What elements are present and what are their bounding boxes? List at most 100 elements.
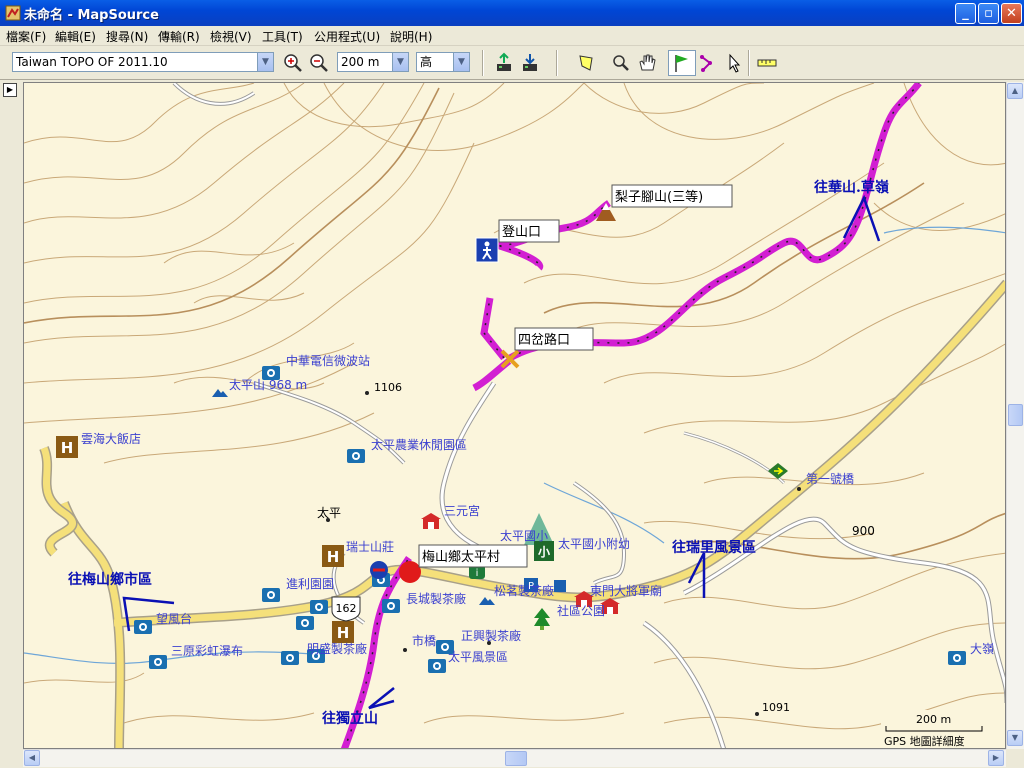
annotation-to-dulishan: 往獨立山 — [322, 710, 378, 727]
map-product-select[interactable]: Taiwan TOPO OF 2011.10 ▼ — [12, 52, 274, 72]
toolbar-separator — [482, 50, 484, 76]
camera-icon — [428, 659, 446, 673]
bus-stop-icon — [554, 580, 566, 592]
elevation-label: 1106 — [374, 381, 402, 394]
camera-icon — [310, 600, 328, 614]
horizontal-scrollbar[interactable]: ◀ ▶ — [23, 749, 1006, 767]
menu-find[interactable]: 搜尋(N) — [106, 28, 148, 45]
detail-level-value: 高 — [420, 55, 433, 69]
minimize-button[interactable]: _ — [955, 3, 976, 24]
scroll-up-arrow[interactable]: ▲ — [1007, 83, 1023, 99]
close-button[interactable]: ✕ — [1001, 3, 1022, 24]
poi-label: 雲海大飯店 — [81, 431, 141, 446]
zoom-scale-select[interactable]: 200 m ▼ — [337, 52, 409, 72]
waypoint-label-trailhead: 登山口 — [502, 225, 541, 240]
waypoint-label-junction: 四岔路口 — [518, 332, 570, 348]
toolbar-separator — [748, 50, 750, 76]
poi-label: 瑞士山莊 — [346, 540, 394, 554]
poi-label: 松茗製茶廠 — [494, 583, 554, 598]
poi-label: 明盛製茶廠 — [307, 641, 367, 656]
measure-ruler-icon[interactable] — [756, 52, 778, 74]
waypoint-label-peak: 梨子腳山(三等) — [615, 189, 703, 205]
waypoint-tool-active[interactable] — [668, 50, 696, 76]
scale-bar-label: 200 m — [916, 713, 951, 726]
annotation-to-huashan: 往華山.草嶺 — [814, 179, 890, 196]
poi-label: 中華電信微波站 — [286, 353, 370, 368]
scroll-left-arrow[interactable]: ◀ — [24, 750, 40, 766]
svg-text:小: 小 — [538, 544, 550, 559]
toolbar-separator — [556, 50, 558, 76]
poi-label: 東門大將軍廟 — [590, 583, 662, 598]
hotel-icon: H — [56, 436, 78, 458]
scale-bar: 200 m GPS 地圖詳細度 — [881, 710, 1005, 748]
menu-transfer[interactable]: 傳輸(R) — [158, 28, 200, 45]
poi-label: 太平國小附幼 — [558, 536, 630, 551]
zoom-scale-value: 200 m — [341, 55, 380, 69]
svg-text:H: H — [327, 548, 340, 566]
title-bar: 未命名 - MapSource _ ▫ ✕ — [0, 0, 1024, 26]
waypoint-dot-icon — [399, 561, 421, 583]
poi-label: 太平山 968 m — [229, 377, 307, 392]
maximize-button[interactable]: ▫ — [978, 3, 999, 24]
camera-icon — [134, 620, 152, 634]
poi-label: 第一號橋 — [806, 472, 854, 486]
hiker-trailhead-icon — [475, 237, 499, 263]
menu-tools[interactable]: 工具(T) — [262, 28, 303, 45]
zoom-in-icon[interactable] — [282, 52, 304, 74]
poi-label: 大嶺 — [970, 642, 994, 656]
poi-label: 三元宮 — [444, 503, 480, 518]
menu-utilities[interactable]: 公用程式(U) — [314, 28, 380, 45]
route-tool-icon[interactable] — [698, 52, 720, 74]
poi-label: 太平國小 — [500, 528, 548, 543]
poi-label: 進利園園 — [286, 577, 334, 591]
menu-view[interactable]: 檢視(V) — [210, 28, 252, 45]
menu-help[interactable]: 說明(H) — [390, 28, 432, 45]
expand-panel-button[interactable]: ▶ — [3, 83, 17, 97]
chevron-down-icon[interactable]: ▼ — [257, 53, 273, 71]
camera-icon — [347, 449, 365, 463]
scroll-right-arrow[interactable]: ▶ — [988, 750, 1004, 766]
vertical-scroll-thumb[interactable] — [1008, 404, 1023, 426]
side-panel-strip: ▶ — [0, 80, 22, 768]
annotation-to-ruili: 往瑞里風景區 — [672, 539, 756, 556]
school-flag-icon: 小 — [534, 541, 554, 561]
menu-file[interactable]: 檔案(F) — [6, 28, 46, 45]
hand-pan-icon[interactable] — [636, 52, 658, 74]
zoom-tool-icon[interactable] — [610, 52, 632, 74]
camera-icon — [149, 655, 167, 669]
poi-label: 長城製茶廠 — [406, 591, 466, 606]
poi-label: 太平農業休閒園區 — [371, 437, 467, 452]
chevron-down-icon[interactable]: ▼ — [392, 53, 408, 71]
scroll-down-arrow[interactable]: ▼ — [1007, 730, 1023, 746]
camera-icon — [948, 651, 966, 665]
map-product-value: Taiwan TOPO OF 2011.10 — [16, 55, 168, 69]
vertical-scrollbar[interactable]: ▲ ▼ — [1006, 82, 1024, 749]
svg-text:i: i — [476, 568, 479, 579]
detail-level-select[interactable]: 高 ▼ — [416, 52, 470, 72]
map-view[interactable]: H H H 小 162 i P 中華電信微波站 太平山 968 m 1106 雲… — [23, 82, 1006, 749]
road-shield-162: 162 — [331, 596, 361, 622]
waypoint-label-village: 梅山鄉太平村 — [422, 549, 500, 565]
poi-label: 市橋 — [412, 633, 436, 648]
mapsource-app-icon — [5, 5, 21, 21]
pointer-icon[interactable] — [724, 52, 746, 74]
menu-edit[interactable]: 編輯(E) — [55, 28, 96, 45]
chevron-down-icon[interactable]: ▼ — [453, 53, 469, 71]
poi-label: 社區公園 — [557, 603, 605, 618]
menu-bar: 檔案(F) 編輯(E) 搜尋(N) 傳輸(R) 檢視(V) 工具(T) 公用程式… — [0, 26, 1024, 46]
receive-from-device-icon[interactable] — [520, 52, 542, 74]
detail-level-label: GPS 地圖詳細度 — [884, 734, 965, 748]
topographic-map[interactable]: H H H 小 162 i P 中華電信微波站 太平山 968 m 1106 雲… — [24, 83, 1006, 749]
camera-icon — [296, 616, 314, 630]
elevation-label: 1091 — [762, 701, 790, 714]
hotel-icon: H — [332, 621, 354, 643]
waypoint-flag-icon — [675, 55, 688, 72]
flag-icon — [370, 561, 388, 579]
send-to-device-icon[interactable] — [494, 52, 516, 74]
hotel-icon: H — [322, 545, 344, 567]
horizontal-scroll-thumb[interactable] — [505, 751, 527, 766]
poi-label: 三原彩虹瀑布 — [171, 644, 243, 658]
select-map-icon[interactable] — [576, 52, 598, 74]
place-label: 太平 — [317, 505, 341, 520]
zoom-out-icon[interactable] — [308, 52, 330, 74]
